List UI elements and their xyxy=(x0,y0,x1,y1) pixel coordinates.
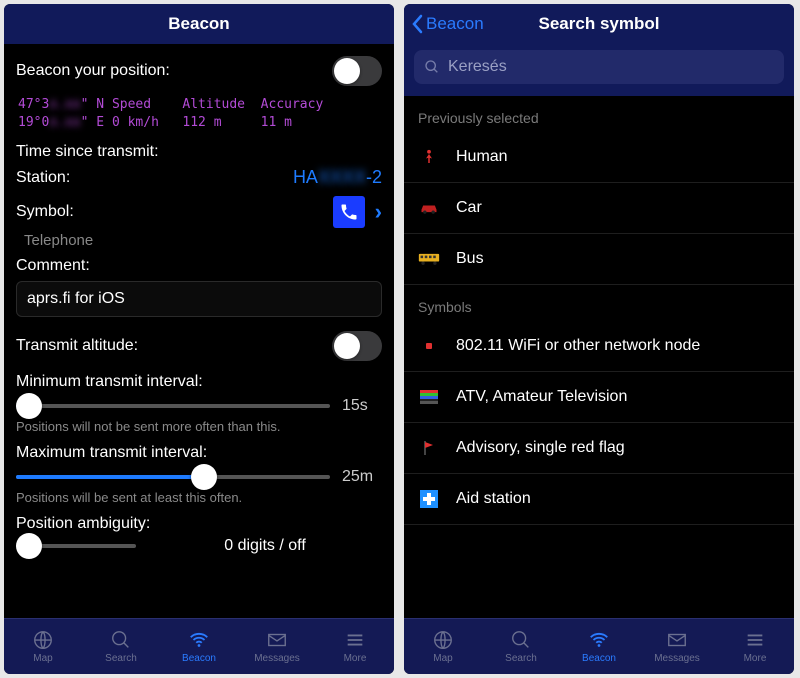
section-previously-selected: Previously selected xyxy=(404,96,794,132)
menu-icon xyxy=(744,629,766,651)
envelope-icon xyxy=(266,629,288,651)
transmit-alt-toggle[interactable] xyxy=(332,331,382,361)
back-button[interactable]: Beacon xyxy=(410,14,484,34)
time-row: Time since transmit: xyxy=(16,141,382,163)
magnifier-icon xyxy=(110,629,132,651)
list-item[interactable]: ATV, Amateur Television xyxy=(404,372,794,423)
searchbar: Keresés xyxy=(404,44,794,96)
tab-map[interactable]: Map xyxy=(404,619,482,674)
beacon-position-toggle[interactable] xyxy=(332,56,382,86)
navbar: Beacon Search symbol xyxy=(404,4,794,44)
bus-icon xyxy=(418,248,440,270)
tab-beacon[interactable]: Beacon xyxy=(160,619,238,674)
symbol-row[interactable]: Symbol: › xyxy=(16,192,382,232)
min-interval-slider[interactable]: 15s xyxy=(16,391,382,417)
section-symbols: Symbols xyxy=(404,285,794,321)
station-value: HAXXXX-2 xyxy=(293,167,382,188)
symbol-list: Previously selected Human Car Bus Symbol… xyxy=(404,96,794,618)
red-flag-icon xyxy=(418,437,440,459)
search-icon xyxy=(424,59,440,75)
list-item[interactable]: Bus xyxy=(404,234,794,285)
min-interval-hint: Positions will not be sent more often th… xyxy=(16,417,382,444)
wifi-icon xyxy=(588,629,610,651)
human-icon xyxy=(418,146,440,168)
comment-label: Comment: xyxy=(16,255,382,277)
atv-icon xyxy=(418,386,440,408)
chevron-left-icon xyxy=(410,14,424,34)
car-icon xyxy=(418,197,440,219)
transmit-alt-row: Transmit altitude: xyxy=(16,325,382,367)
min-interval-label: Minimum transmit interval: xyxy=(16,367,382,391)
gps-readout: 47°3x.xx" N Speed Altitude Accuracy 19°0… xyxy=(16,92,382,141)
list-item[interactable]: Human xyxy=(404,132,794,183)
list-item[interactable]: 802.11 WiFi or other network node xyxy=(404,321,794,372)
beacon-position-row: Beacon your position: xyxy=(16,50,382,92)
navbar-title: Search symbol xyxy=(539,14,660,34)
time-label: Time since transmit: xyxy=(16,143,159,161)
ambig-value: 0 digits / off xyxy=(148,537,382,555)
ambig-label: Position ambiguity: xyxy=(16,515,382,533)
magnifier-icon xyxy=(510,629,532,651)
max-interval-label: Maximum transmit interval: xyxy=(16,444,382,462)
list-item[interactable]: Advisory, single red flag xyxy=(404,423,794,474)
transmit-alt-label: Transmit altitude: xyxy=(16,337,138,355)
search-symbol-screen: Beacon Search symbol Keresés Previously … xyxy=(404,4,794,674)
chevron-right-icon: › xyxy=(375,199,382,225)
beacon-content: Beacon your position: 47°3x.xx" N Speed … xyxy=(4,44,394,618)
max-interval-hint: Positions will be sent at least this oft… xyxy=(16,488,382,515)
ambig-slider[interactable]: 0 digits / off xyxy=(16,533,382,559)
tab-messages[interactable]: Messages xyxy=(638,619,716,674)
tab-search[interactable]: Search xyxy=(82,619,160,674)
list-item[interactable]: Car xyxy=(404,183,794,234)
navbar: Beacon xyxy=(4,4,394,44)
min-interval-value: 15s xyxy=(342,397,382,415)
tabbar: Map Search Beacon Messages More xyxy=(404,618,794,674)
comment-input[interactable] xyxy=(16,281,382,317)
symbol-label: Symbol: xyxy=(16,203,74,221)
beacon-position-label: Beacon your position: xyxy=(16,62,170,80)
tabbar: Map Search Beacon Messages More xyxy=(4,618,394,674)
menu-icon xyxy=(344,629,366,651)
wifi-node-icon xyxy=(418,335,440,357)
tab-map[interactable]: Map xyxy=(4,619,82,674)
max-interval-value: 25m xyxy=(342,468,382,486)
envelope-icon xyxy=(666,629,688,651)
station-row[interactable]: Station: HAXXXX-2 xyxy=(16,163,382,192)
beacon-screen: Beacon Beacon your position: 47°3x.xx" N… xyxy=(4,4,394,674)
wifi-icon xyxy=(188,629,210,651)
max-interval-slider[interactable]: 25m xyxy=(16,462,382,488)
globe-icon xyxy=(432,629,454,651)
aid-station-icon xyxy=(418,488,440,510)
telephone-icon xyxy=(333,196,365,228)
list-item[interactable]: Aid station xyxy=(404,474,794,525)
globe-icon xyxy=(32,629,54,651)
symbol-name: Telephone xyxy=(16,232,382,255)
tab-more[interactable]: More xyxy=(316,619,394,674)
search-input[interactable]: Keresés xyxy=(414,50,784,84)
tab-search[interactable]: Search xyxy=(482,619,560,674)
tab-beacon[interactable]: Beacon xyxy=(560,619,638,674)
tab-messages[interactable]: Messages xyxy=(238,619,316,674)
station-label: Station: xyxy=(16,169,70,187)
navbar-title: Beacon xyxy=(168,14,229,34)
tab-more[interactable]: More xyxy=(716,619,794,674)
